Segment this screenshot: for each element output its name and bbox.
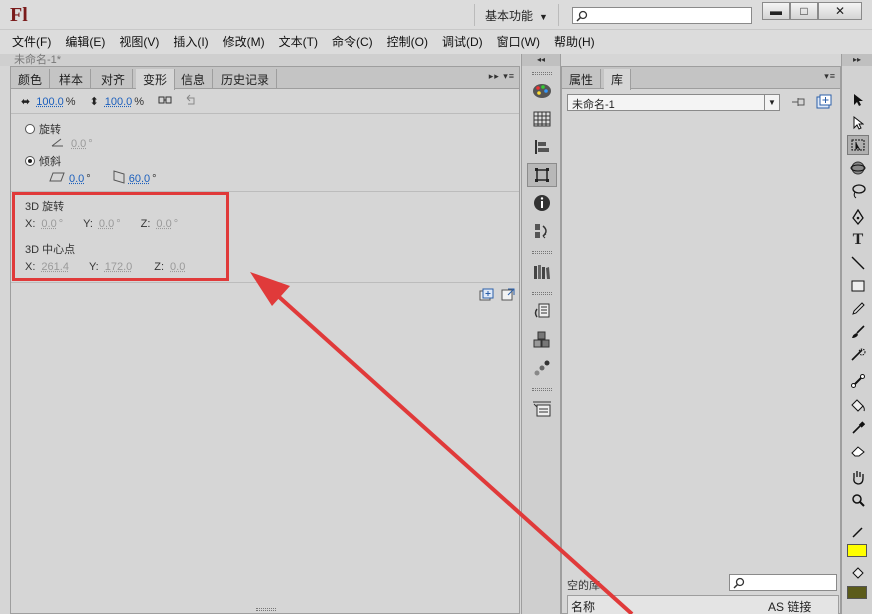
annotation-arrow [0,0,872,614]
